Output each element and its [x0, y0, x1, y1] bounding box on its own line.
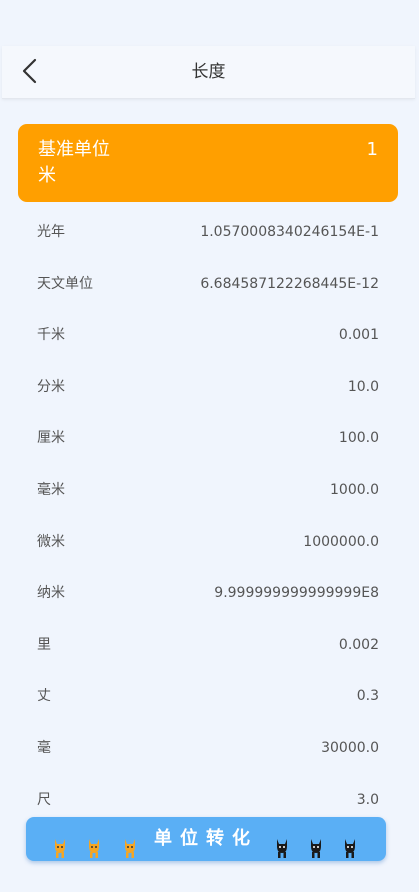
unit-value: 9.999999999999999E8	[214, 585, 379, 602]
unit-row-hao[interactable]: 毫 30000.0	[0, 723, 419, 775]
unit-row-centimeter[interactable]: 厘米 100.0	[0, 413, 419, 465]
unit-value: 10.0	[347, 378, 379, 395]
unit-name: 厘米	[37, 430, 65, 447]
unit-row-light-year[interactable]: 光年 1.0570008340246154E-1	[0, 207, 419, 259]
unit-name: 纳米	[37, 585, 65, 602]
unit-row-kilometer[interactable]: 千米 0.001	[0, 310, 419, 362]
black-cat-icon	[345, 839, 355, 858]
black-cat-icon	[311, 839, 321, 858]
unit-value: 1000000.0	[303, 533, 379, 550]
unit-name: 千米	[37, 327, 65, 344]
unit-value: 1000.0	[330, 481, 379, 498]
unit-name: 天文单位	[37, 275, 93, 292]
unit-value: 0.001	[338, 327, 379, 344]
unit-row-zhang[interactable]: 丈 0.3	[0, 671, 419, 723]
unit-value: 6.684587122268445E-12	[200, 275, 379, 292]
unit-value: 30000.0	[321, 739, 379, 756]
convert-button[interactable]: 单位转化	[26, 817, 386, 861]
unit-name: 光年	[37, 224, 65, 240]
unit-name: 分米	[37, 378, 65, 395]
unit-row-li[interactable]: 里 0.002	[0, 620, 419, 672]
page-title: 长度	[191, 62, 226, 82]
app-header: 长度	[2, 46, 415, 99]
unit-row-millimeter[interactable]: 毫米 1000.0	[0, 465, 419, 517]
unit-row-micrometer[interactable]: 微米 1000000.0	[0, 517, 419, 569]
unit-name: 毫米	[37, 481, 65, 498]
unit-value: 0.002	[338, 636, 379, 653]
unit-row-nanometer[interactable]: 纳米 9.999999999999999E8	[0, 568, 419, 620]
unit-list: 光年 1.0570008340246154E-1 天文单位 6.68458712…	[0, 207, 419, 826]
unit-value: 100.0	[338, 430, 379, 447]
base-unit-name: 米	[38, 165, 56, 186]
unit-row-astronomical-unit[interactable]: 天文单位 6.684587122268445E-12	[0, 259, 419, 311]
status-bar	[0, 0, 419, 46]
unit-name: 毫	[37, 739, 51, 756]
unit-value: 0.3	[356, 688, 379, 705]
base-unit-card[interactable]: 基准单位 米 1	[18, 124, 398, 202]
convert-button-label: 单位转化	[154, 828, 258, 849]
unit-row-decimeter[interactable]: 分米 10.0	[0, 362, 419, 414]
base-unit-value[interactable]: 1	[367, 138, 378, 162]
unit-name: 丈	[37, 688, 51, 705]
black-cat-icon	[277, 839, 287, 858]
unit-name: 里	[37, 636, 51, 653]
unit-name: 微米	[37, 533, 65, 550]
base-unit-label: 基准单位	[38, 139, 110, 160]
unit-value: 1.0570008340246154E-1	[200, 224, 379, 240]
